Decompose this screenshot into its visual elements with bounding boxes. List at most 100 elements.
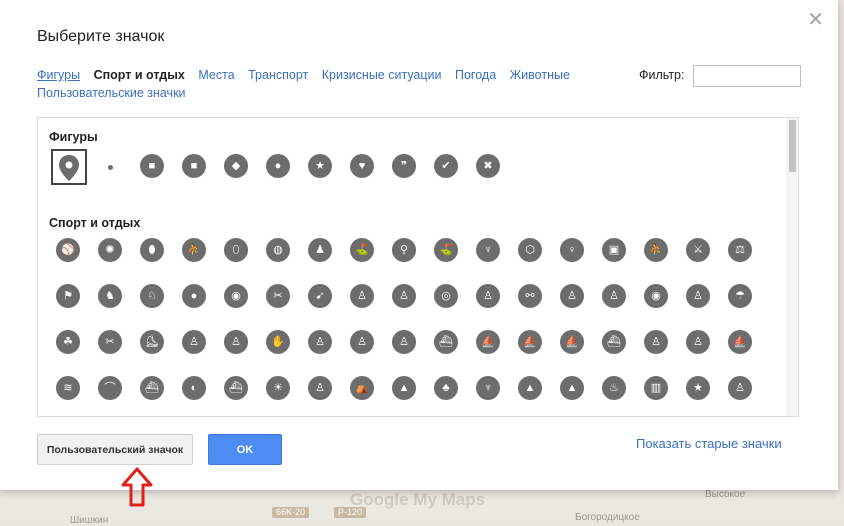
horse-icon[interactable]: ♘ [140, 284, 168, 312]
climbing-icon[interactable]: ⚯ [518, 284, 546, 312]
tent-icon[interactable]: ▲ [518, 376, 546, 404]
pine-tree-icon[interactable]: ▲ [392, 376, 420, 404]
nordic-walking-glyph: ♙ [392, 284, 416, 308]
rafting-icon[interactable]: ⛵ [476, 330, 504, 358]
cycling-icon[interactable]: ◎ [434, 284, 462, 312]
billiards-icon[interactable]: ◉ [224, 284, 252, 312]
map-pin-icon[interactable] [51, 149, 87, 185]
circle-square-icon[interactable]: ■ [140, 154, 168, 182]
square-icon[interactable]: ■ [182, 154, 210, 182]
diamond-icon[interactable]: ◆ [224, 154, 252, 182]
tab-crisis[interactable]: Кризисные ситуации [322, 68, 442, 82]
check-icon[interactable]: ✔ [434, 154, 462, 182]
bowling-icon[interactable]: ● [182, 284, 210, 312]
small-dot-icon[interactable] [98, 154, 126, 182]
hiker-icon[interactable]: ♙ [728, 376, 756, 404]
turtle-icon[interactable]: ☘ [56, 330, 84, 358]
picnic-icon[interactable]: ⛺ [350, 376, 378, 404]
boxing-icon[interactable]: ▣ [602, 238, 630, 266]
scrollbar-thumb[interactable] [789, 120, 796, 172]
surfing-icon[interactable]: ♙ [644, 330, 672, 358]
motorboat-icon[interactable]: ⛴ [602, 330, 630, 358]
fencing-icon[interactable]: ⚔ [686, 238, 714, 266]
tab-custom-icons[interactable]: Пользовательские значки [37, 86, 186, 100]
rugby-ball-glyph: ⬯ [224, 238, 248, 262]
tab-sports[interactable]: Спорт и отдых [94, 68, 185, 82]
tree-icon[interactable]: ♣ [434, 376, 462, 404]
tab-shapes[interactable]: Фигуры [37, 68, 80, 82]
kayak-icon[interactable]: ⛵ [518, 330, 546, 358]
ping-pong-icon[interactable]: ⚲ [392, 238, 420, 266]
close-icon[interactable]: ✕ [807, 7, 824, 32]
racing-flag-icon[interactable]: ⚑ [56, 284, 84, 312]
diving-icon[interactable]: ⛴ [140, 376, 168, 404]
windsurf-hand-icon[interactable]: ✋ [266, 330, 294, 358]
sailing-icon[interactable]: ⛵ [560, 330, 588, 358]
badminton-icon[interactable]: ♀ [560, 238, 588, 266]
heart-icon[interactable]: ♥ [350, 154, 378, 182]
tab-weather[interactable]: Погода [455, 68, 496, 82]
cross-icon[interactable]: ✖ [476, 154, 504, 182]
star-icon[interactable]: ★ [308, 154, 336, 182]
hiking-icon[interactable]: ♙ [350, 284, 378, 312]
custom-icon-button[interactable]: Пользовательский значок [37, 434, 193, 465]
paragliding-icon[interactable]: ☂ [728, 284, 756, 312]
ok-button[interactable]: OK [208, 434, 282, 465]
ski-jump-icon[interactable]: ♙ [224, 330, 252, 358]
scooter-icon[interactable]: ♙ [308, 330, 336, 358]
weightlifting-icon[interactable]: ⚖ [728, 238, 756, 266]
fishing-icon[interactable]: ◐ [182, 376, 210, 404]
swimming-icon[interactable]: ≋ [56, 376, 84, 404]
gymnastics-icon[interactable]: ⛹ [644, 238, 672, 266]
ice-skate-icon[interactable]: ⛸ [140, 330, 168, 358]
volleyball-icon[interactable]: ◍ [266, 238, 294, 266]
snorkel-icon[interactable]: ⌒ [98, 376, 126, 404]
star-icon[interactable]: ★ [686, 376, 714, 404]
palm-tree-icon[interactable]: ♆ [476, 376, 504, 404]
ufo-icon[interactable]: ◉ [644, 284, 672, 312]
snowboard-icon[interactable]: ♙ [182, 330, 210, 358]
tennis-icon[interactable]: ⬡ [518, 238, 546, 266]
running-icon[interactable]: ♟ [308, 238, 336, 266]
basketball-glyph: ✺ [98, 238, 122, 262]
baseball-icon[interactable]: ⚾ [56, 238, 84, 266]
jet-ski-icon[interactable]: ⛴ [434, 330, 462, 358]
skating-icon[interactable]: ♙ [476, 284, 504, 312]
water-ski-icon[interactable]: ♙ [686, 330, 714, 358]
rugby-ball-icon[interactable]: ⬯ [224, 238, 252, 266]
hockey-icon[interactable]: ✂ [98, 330, 126, 358]
basketball-icon[interactable]: ✺ [98, 238, 126, 266]
tab-transport[interactable]: Транспорт [248, 68, 308, 82]
horse-riding-icon[interactable]: ♞ [98, 284, 126, 312]
ski-touring-icon[interactable]: ♙ [392, 330, 420, 358]
climbing-glyph: ⚯ [518, 284, 542, 308]
fishing-boat-icon[interactable]: ⛴ [224, 376, 252, 404]
hot-spring-icon[interactable]: ♨ [602, 376, 630, 404]
archery-icon[interactable]: ➹ [308, 284, 336, 312]
quote-icon[interactable]: ❞ [392, 154, 420, 182]
dancing-icon[interactable]: ♙ [308, 376, 336, 404]
beach-icon[interactable]: ☀ [266, 376, 294, 404]
curling-icon[interactable]: ✂ [266, 284, 294, 312]
waterfall-icon[interactable]: ▥ [644, 376, 672, 404]
tab-animals[interactable]: Животные [510, 68, 570, 82]
camping-icon[interactable]: ▲ [560, 376, 588, 404]
skateboard-icon[interactable]: ♙ [686, 284, 714, 312]
circle-glyph: ● [266, 154, 290, 178]
nordic-walking-icon[interactable]: ♙ [392, 284, 420, 312]
show-old-icons-link[interactable]: Показать старые значки [636, 436, 782, 451]
filter-input[interactable] [693, 65, 801, 87]
skiing-icon[interactable]: ♙ [602, 284, 630, 312]
scrollbar[interactable] [786, 118, 798, 416]
circle-icon[interactable]: ● [266, 154, 294, 182]
soccer-player-icon[interactable]: ⛹ [182, 238, 210, 266]
golf-icon[interactable]: ⛳ [434, 238, 462, 266]
cup-icon[interactable]: ♆ [476, 238, 504, 266]
golf-putt-icon[interactable]: ⛳ [350, 238, 378, 266]
kitesurf-icon[interactable]: ⛵ [728, 330, 756, 358]
water-slide-icon[interactable]: ♙ [350, 330, 378, 358]
icon-list-panel[interactable]: Фигуры Спорт и отдых ■ ■ ◆ ● ★ ♥ ❞ ✔ ✖ ⚾ ✺ ⬮ ⛹ ⬯ ◍ ♟ ⛳ ⚲… [37, 117, 799, 417]
rock-climbing-icon[interactable]: ♙ [560, 284, 588, 312]
football-icon[interactable]: ⬮ [140, 238, 168, 266]
tab-places[interactable]: Места [198, 68, 234, 82]
